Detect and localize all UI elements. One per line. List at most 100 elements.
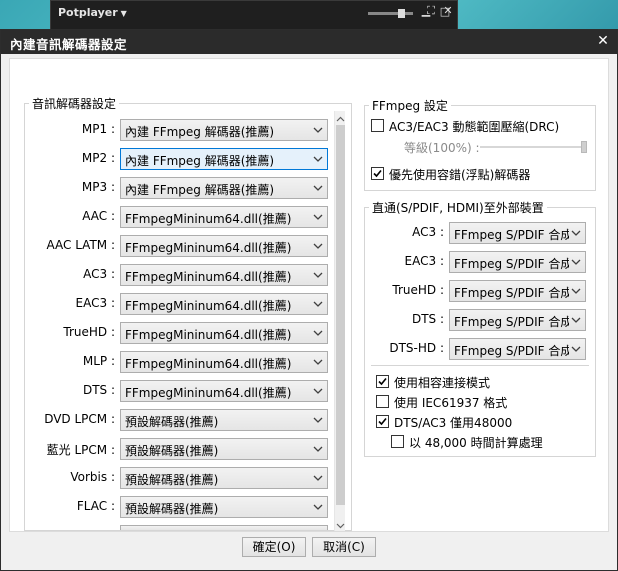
passthrough-option-2[interactable]: DTS/AC3 僅用48000 [376, 413, 576, 431]
decoder-7-select[interactable]: FFmpegMininum64.dll(推薦) [120, 322, 328, 344]
decoder-10-select-value: 預設解碼器(推薦) [125, 415, 219, 429]
drc-level-thumb[interactable] [581, 141, 587, 153]
passthrough-divider [371, 365, 589, 366]
passthrough-option-1[interactable]: 使用 IEC61937 格式 [376, 393, 576, 411]
decoder-9-select[interactable]: FFmpegMininum64.dll(推薦) [120, 380, 328, 402]
player-volume-slider[interactable] [368, 9, 413, 18]
scroll-down-icon[interactable] [336, 519, 345, 529]
chevron-down-icon [313, 414, 323, 426]
decoder-13-label-cell: FLAC : [30, 496, 115, 518]
decoder-12-select[interactable]: 預設解碼器(推薦) [120, 467, 328, 489]
passthrough-option-checkbox[interactable] [376, 375, 389, 388]
decoder-6-select[interactable]: FFmpegMininum64.dll(推薦) [120, 293, 328, 315]
chevron-down-icon [313, 356, 323, 368]
player-title-text: Potplayer [58, 6, 118, 19]
chevron-down-icon: ▼ [120, 9, 127, 18]
float-decoder-checkbox-row[interactable]: 優先使用容錯(浮點)解碼器 [371, 165, 591, 183]
passthrough-4-select[interactable]: FFmpeg S/PDIF 合成器 [449, 338, 586, 360]
passthrough-option-0[interactable]: 使用相容連接模式 [376, 373, 576, 391]
decoder-3-label: AAC : [82, 209, 115, 223]
decoder-3-select-value: FFmpegMininum64.dll(推薦) [125, 212, 292, 226]
decoder-9-label-cell: DTS : [30, 380, 115, 402]
ffmpeg-settings-legend: FFmpeg 設定 [372, 99, 448, 113]
background-player-window: Potplayer ▼ ▁ □ [50, 0, 458, 32]
decoder-12-label: Vorbis : [70, 470, 115, 484]
decoder-5-label-cell: AC3 : [30, 264, 115, 286]
ok-button[interactable]: 確定(O) [242, 537, 306, 557]
passthrough-3-select-value: FFmpeg S/PDIF 合成器 [454, 315, 569, 329]
passthrough-2-select[interactable]: FFmpeg S/PDIF 合成器 [449, 280, 586, 302]
fullscreen-icon[interactable]: ⛶ [424, 4, 438, 18]
passthrough-option-checkbox[interactable] [376, 415, 389, 428]
decoder-12-select-value: 預設解碼器(推薦) [125, 473, 219, 487]
chevron-down-icon [571, 314, 581, 326]
close-icon[interactable]: ✕ [595, 33, 611, 49]
chevron-down-icon [313, 327, 323, 339]
drc-level-label: 等級(100%) : [404, 141, 480, 155]
passthrough-0-select-value: FFmpeg S/PDIF 合成器 [454, 228, 569, 242]
decoder-13-select[interactable]: 預設解碼器(推薦) [120, 496, 328, 518]
scroll-up-icon[interactable] [336, 113, 345, 122]
decoder-6-label: EAC3 : [75, 296, 115, 310]
decoder-8-select-value: FFmpegMininum64.dll(推薦) [125, 357, 292, 371]
passthrough-0-select[interactable]: FFmpeg S/PDIF 合成器 [449, 222, 586, 244]
decoder-0-select[interactable]: 內建 FFmpeg 解碼器(推薦) [120, 119, 328, 141]
drc-level-row: 等級(100%) : [371, 139, 591, 155]
dialog-content: 音訊解碼器設定 MP1 : 內建 FFmpeg 解碼器(推薦) MP2 : 內建 FF… [9, 58, 609, 532]
decoder-4-select[interactable]: FFmpegMininum64.dll(推薦) [120, 235, 328, 257]
passthrough-0-label: AC3 : [412, 225, 444, 239]
passthrough-option-label: DTS/AC3 僅用48000 [394, 416, 513, 430]
passthrough-4-label: DTS-HD : [389, 341, 444, 355]
chevron-down-icon [313, 501, 323, 513]
dialog-titlebar[interactable]: 內建音訊解碼器設定 ✕ [1, 30, 617, 54]
decoder-2-select[interactable]: 內建 FFmpeg 解碼器(推薦) [120, 177, 328, 199]
decoder-12-label-cell: Vorbis : [30, 467, 115, 489]
passthrough-0-label-cell: AC3 : [371, 222, 444, 244]
decoder-10-label: DVD LPCM : [44, 412, 115, 426]
chevron-down-icon [313, 443, 323, 455]
decoder-1-label-cell: MP2 : [30, 148, 115, 170]
decoder-8-label-cell: MLP : [30, 351, 115, 373]
decoder-11-select-value: 預設解碼器(推薦) [125, 444, 219, 458]
passthrough-option-checkbox[interactable] [376, 395, 389, 408]
chevron-down-icon [313, 153, 323, 165]
passthrough-2-label: TrueHD : [392, 283, 444, 297]
decoder-next-select-partial[interactable] [120, 525, 328, 530]
decoder-13-label: FLAC : [76, 499, 115, 513]
decoder-1-select[interactable]: 內建 FFmpeg 解碼器(推薦) [120, 148, 328, 170]
float-decoder-checkbox[interactable] [371, 167, 384, 180]
decoder-1-label: MP2 : [81, 151, 115, 165]
chevron-down-icon [313, 240, 323, 252]
passthrough-legend: 直通(S/PDIF, HDMI)至外部裝置 [372, 201, 544, 215]
float-decoder-label: 優先使用容錯(浮點)解碼器 [389, 168, 531, 182]
chevron-down-icon [313, 182, 323, 194]
passthrough-3-select[interactable]: FFmpeg S/PDIF 合成器 [449, 309, 586, 331]
cancel-button[interactable]: 取消(C) [312, 537, 376, 557]
passthrough-1-label-cell: EAC3 : [371, 251, 444, 273]
decoder-2-label-cell: MP3 : [30, 177, 115, 199]
decoder-5-select[interactable]: FFmpegMininum64.dll(推薦) [120, 264, 328, 286]
decoder-4-label: AAC LATM : [46, 238, 115, 252]
passthrough-2-label-cell: TrueHD : [371, 280, 444, 302]
decoder-7-select-value: FFmpegMininum64.dll(推薦) [125, 328, 292, 342]
drc-level-track[interactable] [480, 146, 587, 148]
decoder-8-select[interactable]: FFmpegMininum64.dll(推薦) [120, 351, 328, 373]
passthrough-option-3[interactable]: 以 48,000 時間計算處理 [391, 433, 591, 451]
player-title[interactable]: Potplayer ▼ [58, 6, 127, 19]
decoder-10-select[interactable]: 預設解碼器(推薦) [120, 409, 328, 431]
drc-checkbox[interactable] [371, 119, 384, 132]
player-close-icon[interactable]: ✕ [441, 4, 455, 18]
decoder-3-select[interactable]: FFmpegMininum64.dll(推薦) [120, 206, 328, 228]
passthrough-1-select[interactable]: FFmpeg S/PDIF 合成器 [449, 251, 586, 273]
decoder-9-select-value: FFmpegMininum64.dll(推薦) [125, 386, 292, 400]
decoder-list-scrollbar[interactable] [334, 111, 345, 531]
decoder-2-select-value: 內建 FFmpeg 解碼器(推薦) [125, 183, 275, 197]
scrollbar-thumb[interactable] [336, 125, 345, 505]
drc-checkbox-row[interactable]: AC3/EAC3 動態範圍壓縮(DRC) [371, 117, 591, 135]
passthrough-option-label: 使用相容連接模式 [394, 376, 491, 390]
decoder-11-select[interactable]: 預設解碼器(推薦) [120, 438, 328, 460]
decoder-7-label-cell: TrueHD : [30, 322, 115, 344]
passthrough-1-select-value: FFmpeg S/PDIF 合成器 [454, 257, 569, 271]
decoder-0-label-cell: MP1 : [30, 119, 115, 141]
passthrough-option-checkbox[interactable] [391, 435, 404, 448]
